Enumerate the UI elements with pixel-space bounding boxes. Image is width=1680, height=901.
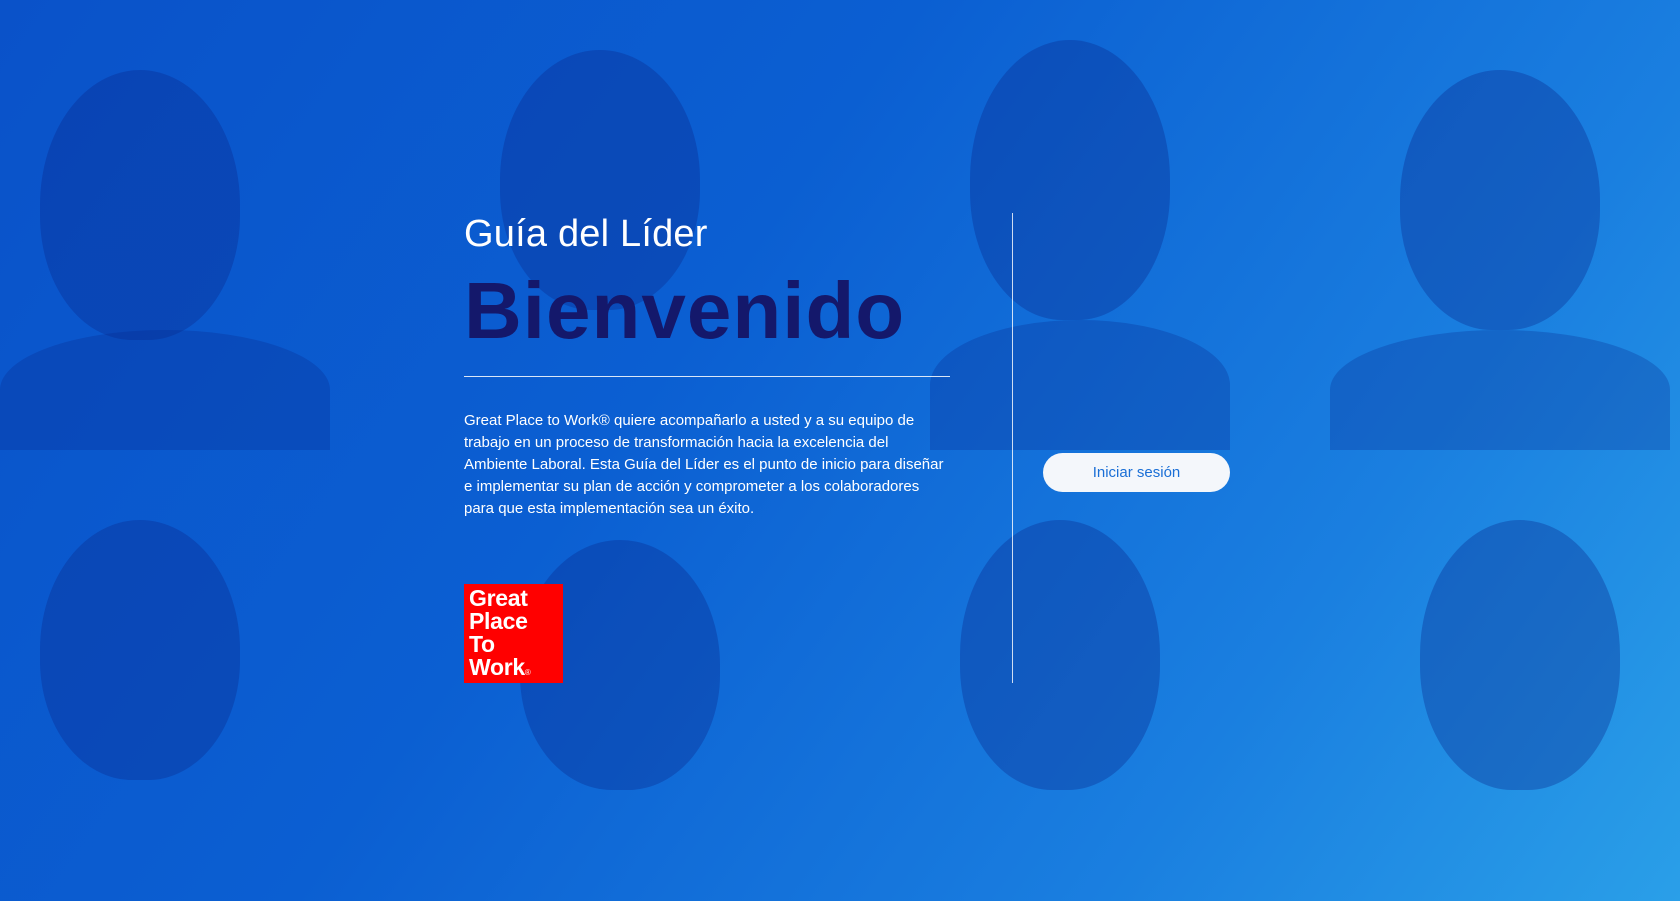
intro-description: Great Place to Work® quiere acompañarlo … (464, 412, 944, 517)
logo-line-1: Great (469, 585, 528, 611)
logo-line-4: Work® (469, 654, 531, 680)
login-button[interactable]: Iniciar sesión (1043, 453, 1230, 492)
great-place-to-work-logo: Great Place To Work® (464, 584, 563, 683)
vertical-divider (1012, 213, 1013, 683)
horizontal-divider (464, 376, 950, 377)
welcome-panel: Guía del Líder Bienvenido Great Place to… (464, 212, 950, 520)
logo-line-3: To (469, 631, 495, 657)
logo-line-2: Place (469, 608, 528, 634)
page-title: Bienvenido (464, 266, 906, 355)
page-subtitle: Guía del Líder (464, 213, 708, 255)
